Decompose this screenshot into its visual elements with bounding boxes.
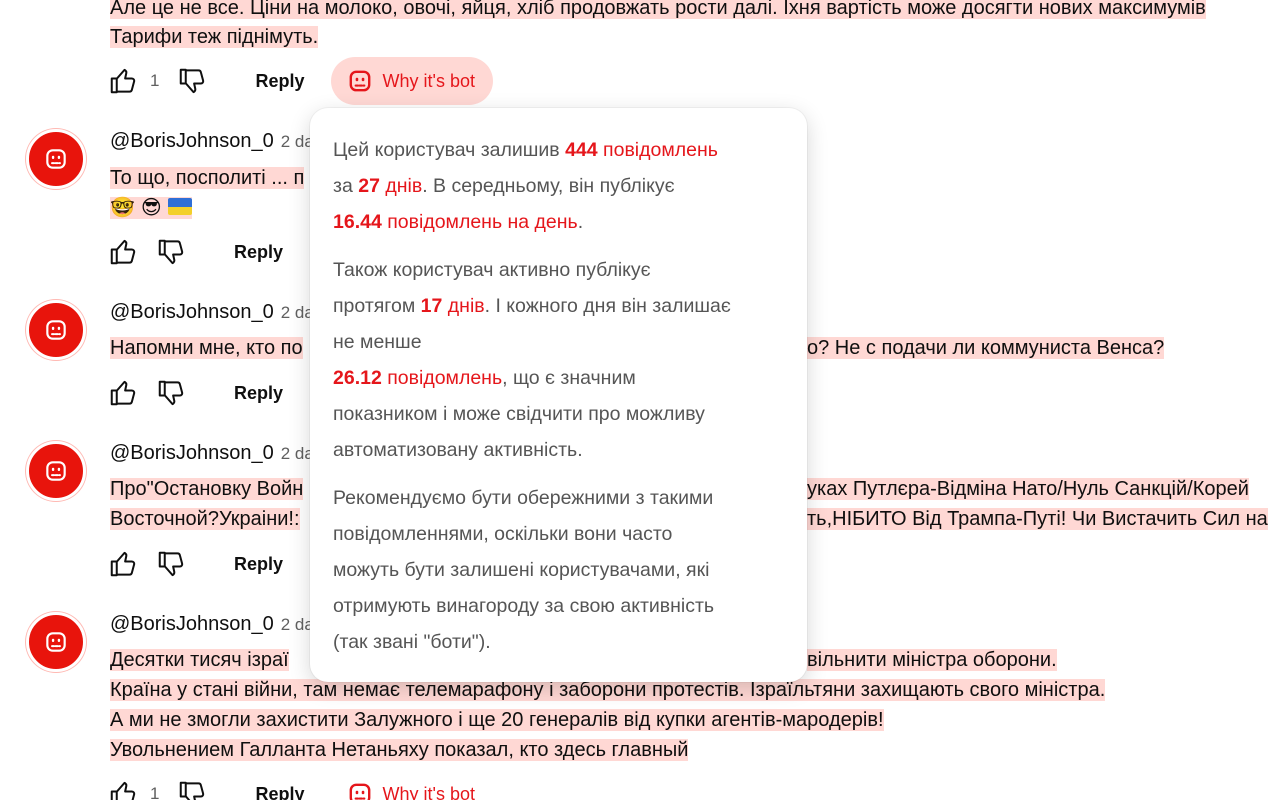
like-icon: [108, 378, 138, 408]
bot-icon: [43, 146, 69, 172]
bot-icon: [347, 68, 373, 94]
comment-text-line: А ми не змогли захистити Залужного і ще …: [110, 709, 884, 731]
messages-per-day: 16.44: [333, 211, 382, 233]
bot-icon: [43, 629, 69, 655]
sunglasses-emoji: 😎: [140, 197, 162, 219]
dislike-icon: [156, 237, 186, 267]
dislike-button[interactable]: [156, 549, 186, 579]
active-days-count: 17: [420, 295, 443, 317]
nerd-face-emoji: 🤓: [110, 197, 135, 219]
author-name[interactable]: @BorisJohnson_0: [110, 613, 274, 636]
dislike-button[interactable]: [156, 378, 186, 408]
comment-date[interactable]: 2 da: [281, 615, 314, 635]
why-its-bot-label: Why it's bot: [382, 70, 475, 91]
like-button[interactable]: [108, 237, 138, 267]
avatar[interactable]: [26, 129, 86, 189]
comment-text-line: ть,НІБИТО Від Трампа-Путі! Чи Вистачить …: [807, 508, 1268, 530]
comment-text-line: То що, посполиті ... п: [110, 167, 305, 189]
comment-actions: 1 Reply Why it's bot: [108, 57, 493, 105]
author-name[interactable]: @BorisJohnson_0: [110, 301, 274, 324]
comment-text-line: Напомни мне, кто по: [110, 337, 303, 359]
dislike-button[interactable]: [156, 237, 186, 267]
like-icon: [108, 779, 138, 800]
reply-button[interactable]: Reply: [247, 778, 312, 800]
comment-date[interactable]: 2 da: [281, 444, 314, 464]
like-icon: [108, 237, 138, 267]
dislike-icon: [156, 549, 186, 579]
like-button[interactable]: [108, 549, 138, 579]
dislike-button[interactable]: [177, 66, 207, 96]
comment-header: @BorisJohnson_0 2 da: [110, 301, 314, 327]
bot-icon: [43, 458, 69, 484]
comment-text-line: о? Не с подачи ли коммуниста Венса?: [807, 337, 1165, 359]
comment-date[interactable]: 2 da: [281, 132, 314, 152]
comment-text-line: уках Путлєра-Відміна Нато/Нуль Санкцій/К…: [807, 478, 1249, 500]
like-count: 1: [150, 71, 160, 90]
avatar[interactable]: [26, 612, 86, 672]
dislike-icon: [156, 378, 186, 408]
reply-button[interactable]: Reply: [226, 548, 291, 581]
like-icon: [108, 549, 138, 579]
popup-activity-paragraph: Також користувач активно публікує протяг…: [333, 259, 731, 461]
comment-text-line: Тарифи теж піднімуть.: [110, 26, 319, 48]
comment-emoji-line: 🤓 😎: [110, 193, 192, 223]
avatar[interactable]: [26, 441, 86, 501]
comment-text-line: Десятки тисяч ізраї: [110, 649, 289, 671]
message-count: 444: [565, 139, 598, 161]
comment-text-line: Восточной?Украіни!:: [110, 508, 300, 530]
reply-button[interactable]: Reply: [247, 65, 312, 98]
dislike-icon: [177, 66, 207, 96]
comment-header: @BorisJohnson_0 2 da: [110, 613, 314, 639]
why-its-bot-button[interactable]: Why it's bot: [331, 770, 493, 800]
like-button[interactable]: [108, 779, 138, 800]
why-its-bot-label: Why it's bot: [382, 783, 475, 800]
like-count: 1: [150, 784, 160, 800]
comment-text-line: Увольнением Галланта Нетаньяху показал, …: [110, 739, 689, 761]
comment-date[interactable]: 2 da: [281, 303, 314, 323]
comment-text-line: Про"Остановку Войн: [110, 478, 304, 500]
popup-warning-paragraph: Рекомендуємо бути обережними з такими по…: [333, 487, 715, 653]
comment-header: @BorisJohnson_0 2 da: [110, 442, 314, 468]
reply-button[interactable]: Reply: [226, 236, 291, 269]
comment-text-line: вільнити міністра оборони.: [807, 649, 1057, 671]
dislike-icon: [177, 779, 207, 800]
dislike-button[interactable]: [177, 779, 207, 800]
like-button[interactable]: [108, 66, 138, 96]
min-messages-per-day: 26.12: [333, 367, 382, 389]
comment-text-line: Але це не все. Ціни на молоко, овочі, яй…: [110, 0, 1206, 23]
like-button[interactable]: [108, 378, 138, 408]
days-count: 27: [358, 175, 380, 197]
ukraine-flag-icon: [167, 198, 192, 215]
popup-stats-paragraph: Цей користувач залишив 444 повідомлень з…: [333, 139, 718, 233]
why-its-bot-popup: Цей користувач залишив 444 повідомлень з…: [310, 108, 807, 682]
comment-actions: 1 Reply Why it's bot: [108, 776, 493, 800]
comment-header: @BorisJohnson_0 2 da: [110, 130, 314, 156]
reply-button[interactable]: Reply: [226, 377, 291, 410]
like-icon: [108, 66, 138, 96]
bot-icon: [43, 317, 69, 343]
avatar[interactable]: [26, 300, 86, 360]
bot-icon: [347, 781, 373, 800]
why-its-bot-button[interactable]: Why it's bot: [330, 57, 493, 105]
author-name[interactable]: @BorisJohnson_0: [110, 130, 274, 153]
author-name[interactable]: @BorisJohnson_0: [110, 442, 274, 465]
